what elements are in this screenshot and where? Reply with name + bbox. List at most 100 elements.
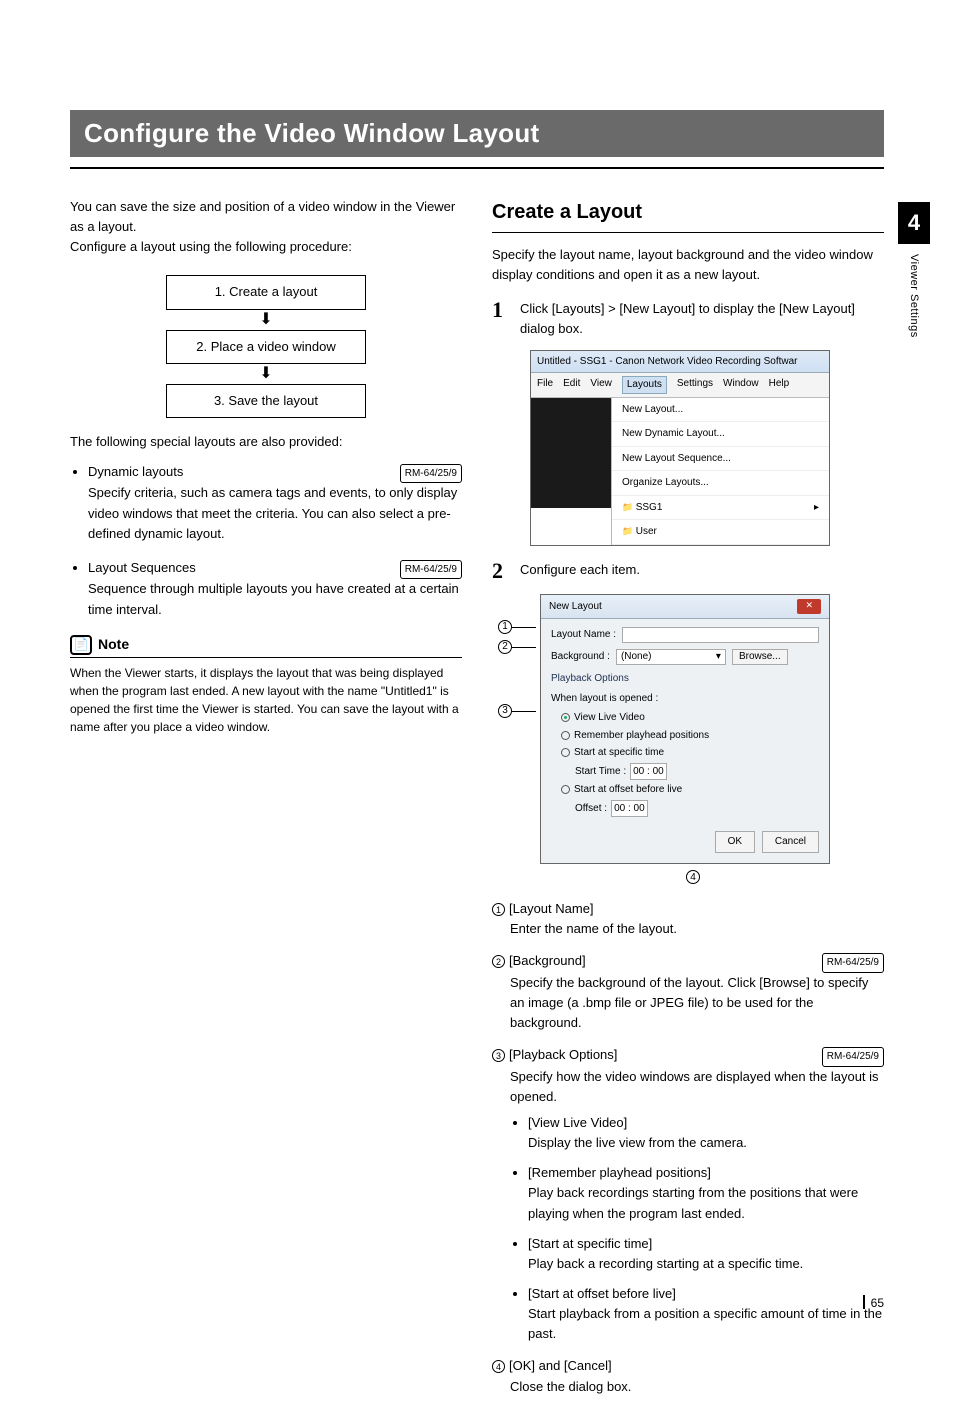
bullet-body-dynamic: Specify criteria, such as camera tags an… bbox=[88, 483, 462, 543]
radio-remember[interactable] bbox=[561, 731, 570, 740]
start-time-value[interactable]: 00 : 00 bbox=[630, 763, 667, 781]
enum-title-playback: [Playback Options] bbox=[509, 1047, 617, 1062]
page-title: Configure the Video Window Layout bbox=[84, 118, 870, 149]
bullet-body-sequences: Sequence through multiple layouts you ha… bbox=[88, 579, 462, 619]
ss-dd-new-sequence[interactable]: New Layout Sequence... bbox=[612, 447, 829, 472]
enum-num-1: 1 bbox=[492, 903, 505, 916]
new-layout-dialog: New Layout ✕ Layout Name : Background : … bbox=[540, 594, 830, 864]
offset-label: Offset : bbox=[575, 801, 607, 817]
sub-rule bbox=[492, 232, 884, 233]
enum-title-background: [Background] bbox=[509, 953, 586, 968]
rm-tag: RM-64/25/9 bbox=[822, 1047, 884, 1067]
title-rule bbox=[70, 167, 884, 169]
page-title-bar: Configure the Video Window Layout bbox=[70, 110, 884, 157]
browse-button[interactable]: Browse... bbox=[732, 649, 788, 665]
note-body: When the Viewer starts, it displays the … bbox=[70, 664, 462, 736]
ss-menu-edit[interactable]: Edit bbox=[563, 376, 580, 394]
ss-dd-new-dynamic[interactable]: New Dynamic Layout... bbox=[612, 422, 829, 447]
rm-tag: RM-64/25/9 bbox=[400, 464, 462, 484]
note-rule bbox=[70, 657, 462, 658]
playback-options-group: Playback Options bbox=[551, 671, 819, 687]
ss-menu-window[interactable]: Window bbox=[723, 376, 759, 394]
sub-b-remember: Play back recordings starting from the p… bbox=[528, 1185, 858, 1220]
create-layout-heading: Create a Layout bbox=[492, 197, 884, 228]
enum-num-3: 3 bbox=[492, 1049, 505, 1062]
rm-tag: RM-64/25/9 bbox=[400, 560, 462, 580]
radio-specific-time-label: Start at specific time bbox=[574, 745, 664, 761]
rm-tag: RM-64/25/9 bbox=[822, 953, 884, 973]
enum-body-playback: Specify how the video windows are displa… bbox=[510, 1069, 879, 1104]
special-layouts-list: Dynamic layouts RM-64/25/9 Specify crite… bbox=[70, 462, 462, 620]
callout-2: 2 bbox=[498, 640, 512, 654]
ss-dd-new-layout[interactable]: New Layout... bbox=[612, 398, 829, 423]
close-icon[interactable]: ✕ bbox=[797, 599, 821, 615]
step-number-2: 2 bbox=[492, 560, 510, 582]
left-intro-1: You can save the size and position of a … bbox=[70, 197, 462, 237]
callout-line bbox=[512, 627, 536, 628]
ok-button[interactable]: OK bbox=[715, 831, 755, 853]
sub-b-specific: Play back a recording starting at a spec… bbox=[528, 1256, 803, 1271]
sub-t-specific: [Start at specific time] bbox=[528, 1236, 652, 1251]
flow-step-2: 2. Place a video window bbox=[166, 330, 366, 364]
arrow-down-icon: ⬇ bbox=[259, 312, 272, 328]
cancel-button[interactable]: Cancel bbox=[762, 831, 819, 853]
screenshot-layouts-menu: Untitled - SSG1 - Canon Network Video Re… bbox=[530, 350, 830, 546]
enum-num-2: 2 bbox=[492, 955, 505, 968]
ss-menu-file[interactable]: File bbox=[537, 376, 553, 394]
radio-view-live-label: View Live Video bbox=[574, 710, 645, 726]
callout-1: 1 bbox=[498, 620, 512, 634]
radio-view-live[interactable] bbox=[561, 713, 570, 722]
step-number-1: 1 bbox=[492, 299, 510, 339]
radio-specific-time[interactable] bbox=[561, 748, 570, 757]
enum-body-layout-name: Enter the name of the layout. bbox=[510, 919, 884, 939]
ss-dd-ssg1[interactable]: SSG1 bbox=[612, 496, 829, 521]
left-intro-2: Configure a layout using the following p… bbox=[70, 237, 462, 257]
procedure-flow: 1. Create a layout ⬇ 2. Place a video wi… bbox=[156, 275, 376, 417]
sub-b-live: Display the live view from the camera. bbox=[528, 1135, 747, 1150]
note-icon: 📄 bbox=[70, 635, 92, 655]
ss-menubar: File Edit View Layouts Settings Window H… bbox=[531, 373, 829, 398]
ss-dd-user[interactable]: User bbox=[612, 520, 829, 545]
sub-b-offset: Start playback from a position a specifi… bbox=[528, 1306, 882, 1341]
ss-menu-view[interactable]: View bbox=[590, 376, 612, 394]
flow-step-1: 1. Create a layout bbox=[166, 275, 366, 309]
page-number: 65 bbox=[863, 1295, 884, 1310]
layout-name-input[interactable] bbox=[622, 627, 819, 643]
enum-list: 1 [Layout Name] Enter the name of the lay… bbox=[492, 899, 884, 1397]
callout-4: 4 bbox=[686, 870, 700, 884]
background-value: (None) bbox=[621, 649, 652, 665]
create-layout-intro: Specify the layout name, layout backgrou… bbox=[492, 245, 884, 285]
layout-name-label: Layout Name : bbox=[551, 627, 616, 643]
ss-menu-settings[interactable]: Settings bbox=[677, 376, 713, 394]
side-tab: 4 Viewer Settings bbox=[898, 202, 930, 338]
background-select[interactable]: (None)▾ bbox=[616, 649, 726, 665]
enum-body-background: Specify the background of the layout. Cl… bbox=[510, 973, 884, 1033]
ss-menu-layouts[interactable]: Layouts bbox=[622, 376, 667, 394]
enum-title-layout-name: [Layout Name] bbox=[509, 901, 594, 916]
offset-value[interactable]: 00 : 00 bbox=[611, 800, 648, 818]
left-following: The following special layouts are also p… bbox=[70, 432, 462, 452]
right-column: Create a Layout Specify the layout name,… bbox=[492, 197, 884, 1409]
bullet-head-dynamic: Dynamic layouts bbox=[88, 462, 183, 482]
callout-line bbox=[512, 647, 536, 648]
enum-title-ok-cancel: [OK] and [Cancel] bbox=[509, 1358, 612, 1373]
enum-body-ok-cancel: Close the dialog box. bbox=[510, 1377, 884, 1397]
step-2-body: Configure each item. bbox=[520, 560, 884, 582]
note-label: Note bbox=[98, 634, 129, 656]
sub-t-remember: [Remember playhead positions] bbox=[528, 1165, 711, 1180]
radio-offset-label: Start at offset before live bbox=[574, 782, 682, 798]
radio-remember-label: Remember playhead positions bbox=[574, 728, 709, 744]
ss-dd-organize[interactable]: Organize Layouts... bbox=[612, 471, 829, 496]
ss-window-title: Untitled - SSG1 - Canon Network Video Re… bbox=[531, 351, 829, 374]
ss-menu-help[interactable]: Help bbox=[769, 376, 790, 394]
callout-line bbox=[512, 711, 536, 712]
flow-step-3: 3. Save the layout bbox=[166, 384, 366, 418]
radio-offset[interactable] bbox=[561, 785, 570, 794]
sub-t-live: [View Live Video] bbox=[528, 1115, 627, 1130]
arrow-down-icon: ⬇ bbox=[259, 366, 272, 382]
left-column: You can save the size and position of a … bbox=[70, 197, 462, 1409]
start-time-label: Start Time : bbox=[575, 764, 626, 780]
enum-num-4: 4 bbox=[492, 1360, 505, 1373]
chapter-label: Viewer Settings bbox=[908, 254, 920, 338]
bullet-head-sequences: Layout Sequences bbox=[88, 558, 196, 578]
